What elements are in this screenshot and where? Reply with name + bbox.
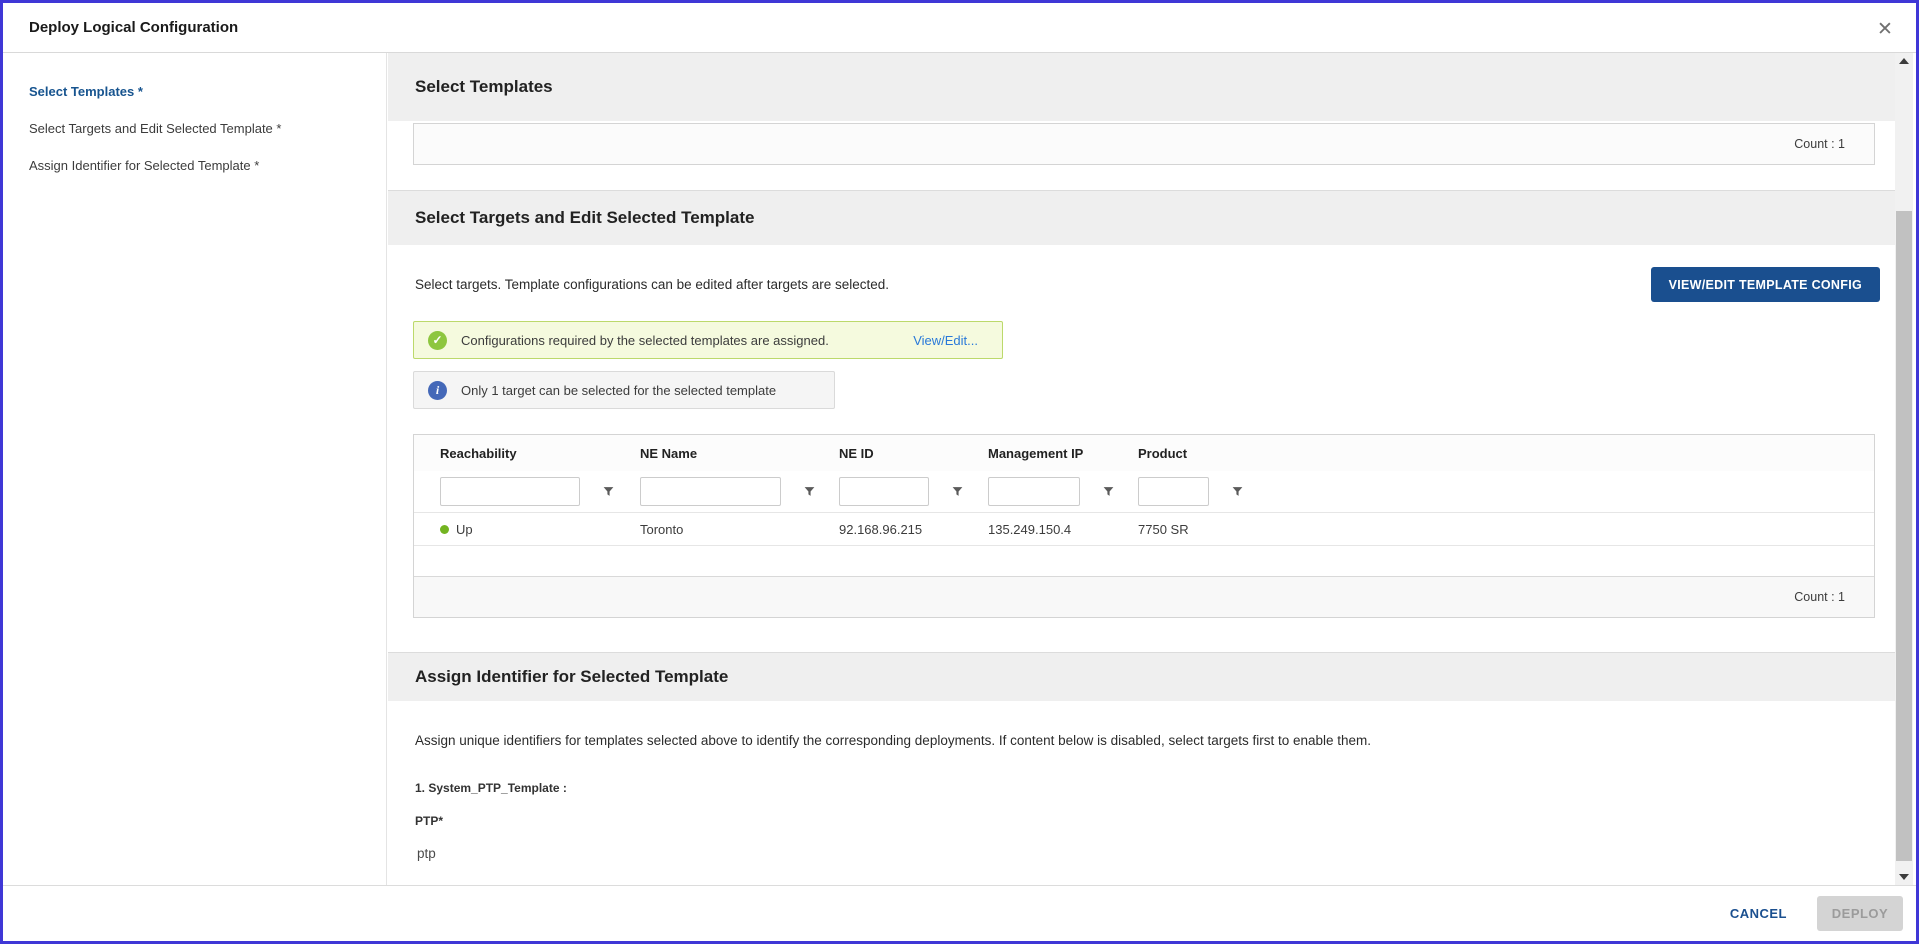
dialog-footer: CANCEL DEPLOY — [3, 885, 1916, 941]
dialog-titlebar: Deploy Logical Configuration ✕ — [3, 3, 1916, 53]
table-header-row: Reachability NE Name NE ID Management IP… — [414, 435, 1874, 471]
filter-input-reachability[interactable] — [440, 477, 580, 506]
ptp-field-value: ptp — [417, 846, 436, 861]
filter-input-management-ip[interactable] — [988, 477, 1080, 506]
targets-description: Select targets. Template configurations … — [415, 277, 889, 292]
scroll-up-icon[interactable] — [1895, 53, 1913, 69]
ptp-field-label: PTP* — [415, 814, 443, 828]
template-name-label: 1. System_PTP_Template : — [415, 781, 567, 795]
dialog-title: Deploy Logical Configuration — [29, 19, 238, 36]
cell-management-ip: 135.249.150.4 — [988, 522, 1138, 537]
cell-product: 7750 SR — [1138, 522, 1874, 537]
dialog-content: Select Templates Count : 1 Select Target… — [388, 53, 1895, 885]
cell-ne-id: 92.168.96.215 — [839, 522, 988, 537]
section-header-select-targets: Select Targets and Edit Selected Templat… — [388, 190, 1895, 245]
section-header-assign-identifier: Assign Identifier for Selected Template — [388, 652, 1895, 701]
templates-count: Count : 1 — [1794, 137, 1874, 151]
scrollbar-thumb[interactable] — [1896, 211, 1912, 861]
table-row[interactable]: Up Toronto 92.168.96.215 135.249.150.4 7… — [414, 513, 1874, 546]
info-icon: i — [428, 381, 447, 400]
cell-reachability: Up — [440, 522, 640, 537]
section-title: Select Templates — [415, 77, 553, 97]
deploy-dialog: Deploy Logical Configuration ✕ Select Te… — [0, 0, 1919, 944]
column-header-reachability: Reachability — [440, 446, 640, 461]
column-header-ne-name: NE Name — [640, 446, 839, 461]
section-header-select-templates: Select Templates — [388, 53, 1895, 121]
filter-icon[interactable] — [1102, 485, 1115, 498]
sidebar-item-select-targets[interactable]: Select Targets and Edit Selected Templat… — [29, 110, 386, 147]
column-header-product: Product — [1138, 446, 1874, 461]
section-title: Select Targets and Edit Selected Templat… — [415, 208, 754, 228]
success-alert: ✓ Configurations required by the selecte… — [413, 321, 1003, 359]
cell-ne-name: Toronto — [640, 522, 839, 537]
filter-icon[interactable] — [602, 485, 615, 498]
column-header-ne-id: NE ID — [839, 446, 988, 461]
cancel-button[interactable]: CANCEL — [1730, 906, 1787, 921]
filter-input-ne-id[interactable] — [839, 477, 929, 506]
filter-input-ne-name[interactable] — [640, 477, 781, 506]
deploy-button[interactable]: DEPLOY — [1817, 896, 1903, 931]
info-alert-text: Only 1 target can be selected for the se… — [461, 383, 776, 398]
view-edit-link[interactable]: View/Edit... — [913, 333, 978, 348]
check-icon: ✓ — [428, 331, 447, 350]
vertical-scrollbar[interactable] — [1895, 53, 1913, 885]
filter-input-product[interactable] — [1138, 477, 1209, 506]
templates-table-footer: Count : 1 — [413, 123, 1875, 165]
targets-table: Reachability NE Name NE ID Management IP… — [413, 434, 1875, 618]
table-filter-row — [414, 471, 1874, 513]
column-header-management-ip: Management IP — [988, 446, 1138, 461]
close-icon[interactable]: ✕ — [1872, 16, 1898, 42]
view-edit-template-config-button[interactable]: VIEW/EDIT TEMPLATE CONFIG — [1651, 267, 1880, 302]
filter-icon[interactable] — [803, 485, 816, 498]
targets-count: Count : 1 — [1794, 590, 1874, 604]
steps-sidebar: Select Templates * Select Targets and Ed… — [3, 53, 387, 885]
scroll-down-icon[interactable] — [1895, 869, 1913, 885]
section-title: Assign Identifier for Selected Template — [415, 667, 728, 687]
filter-icon[interactable] — [951, 485, 964, 498]
sidebar-item-assign-identifier[interactable]: Assign Identifier for Selected Template … — [29, 147, 386, 184]
targets-table-footer: Count : 1 — [414, 576, 1874, 617]
sidebar-item-select-templates[interactable]: Select Templates * — [29, 73, 386, 110]
identifier-description: Assign unique identifiers for templates … — [415, 733, 1865, 748]
success-alert-text: Configurations required by the selected … — [461, 333, 829, 348]
info-alert: i Only 1 target can be selected for the … — [413, 371, 835, 409]
filter-icon[interactable] — [1231, 485, 1244, 498]
status-up-dot-icon — [440, 525, 449, 534]
